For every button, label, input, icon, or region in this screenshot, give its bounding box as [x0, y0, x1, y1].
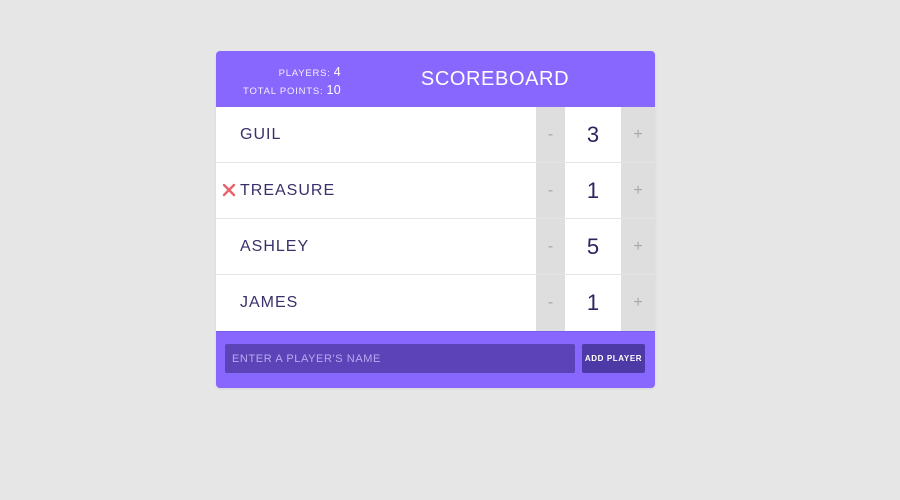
- player-name-input[interactable]: [225, 344, 575, 373]
- player-row: ASHLEY - 5 +: [216, 219, 655, 275]
- player-name: ASHLEY: [240, 238, 310, 255]
- score-counter: - 3 +: [536, 107, 655, 162]
- decrement-button[interactable]: -: [536, 219, 565, 274]
- players-stat-value: 4: [333, 65, 341, 79]
- scoreboard-header: PLAYERS: 4 TOTAL POINTS: 10 SCOREBOARD: [216, 51, 655, 107]
- score-counter: - 1 +: [536, 163, 655, 218]
- total-points-stat: TOTAL POINTS: 10: [216, 81, 341, 99]
- player-name: TREASURE: [240, 182, 336, 199]
- add-player-button[interactable]: ADD PLAYER: [582, 344, 645, 373]
- player-name: GUIL: [240, 126, 282, 143]
- page-title: SCOREBOARD: [420, 68, 570, 90]
- increment-button[interactable]: +: [621, 275, 655, 331]
- player-list: GUIL - 3 + TREASURE - 1 + ASHLEY - 5 + J…: [216, 107, 655, 331]
- increment-button[interactable]: +: [621, 219, 655, 274]
- score-counter: - 5 +: [536, 219, 655, 274]
- decrement-button[interactable]: -: [536, 275, 565, 331]
- player-score: 1: [565, 275, 621, 331]
- total-points-stat-value: 10: [326, 83, 341, 97]
- increment-button[interactable]: +: [621, 163, 655, 218]
- player-score: 3: [565, 107, 621, 162]
- player-name: JAMES: [240, 294, 299, 311]
- scoreboard: PLAYERS: 4 TOTAL POINTS: 10 SCOREBOARD GUI…: [216, 51, 655, 388]
- score-counter: - 1 +: [536, 275, 655, 331]
- decrement-button[interactable]: -: [536, 107, 565, 162]
- player-score: 5: [565, 219, 621, 274]
- close-icon[interactable]: [222, 181, 236, 199]
- increment-button[interactable]: +: [621, 107, 655, 162]
- player-score: 1: [565, 163, 621, 218]
- players-stat-label: PLAYERS:: [278, 68, 331, 79]
- player-row: JAMES - 1 +: [216, 275, 655, 331]
- players-stat: PLAYERS: 4: [216, 63, 341, 81]
- player-row: TREASURE - 1 +: [216, 163, 655, 219]
- player-row: GUIL - 3 +: [216, 107, 655, 163]
- stats: PLAYERS: 4 TOTAL POINTS: 10: [216, 63, 341, 99]
- total-points-stat-label: TOTAL POINTS:: [243, 86, 324, 97]
- decrement-button[interactable]: -: [536, 163, 565, 218]
- close-icon-graphic: [222, 183, 236, 197]
- add-player-form: ADD PLAYER: [216, 331, 655, 388]
